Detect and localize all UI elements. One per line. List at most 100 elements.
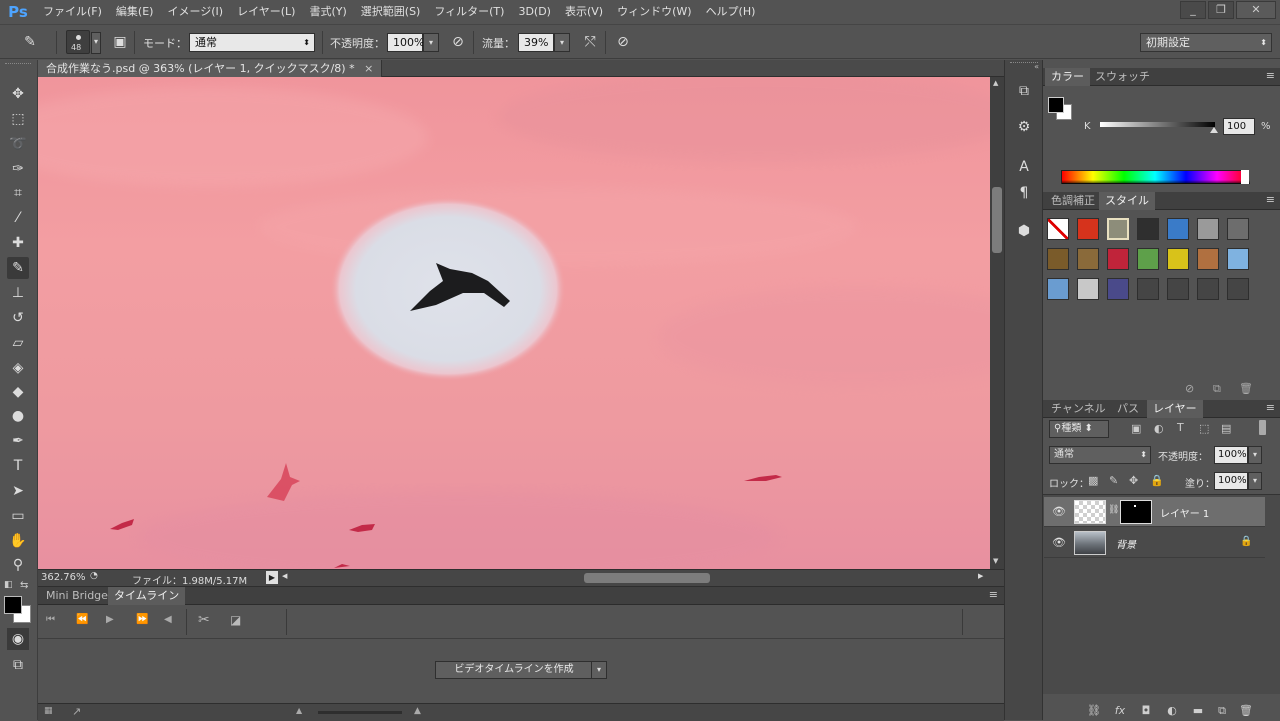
document-tab[interactable]: 合成作業なう.psd @ 363% (レイヤー 1, クイックマスク/8) * … <box>38 60 383 77</box>
scroll-up-icon[interactable]: ▲ <box>993 79 998 87</box>
delete-layer-icon[interactable]: 🗑 <box>1239 704 1253 718</box>
close-button[interactable]: ✕ <box>1236 1 1276 19</box>
style-swatch[interactable] <box>1167 248 1189 270</box>
style-swatch[interactable] <box>1227 248 1249 270</box>
menu-view[interactable]: 表示(V) <box>558 0 610 24</box>
brush-size-picker[interactable]: 48 <box>66 30 90 54</box>
style-swatch[interactable] <box>1197 248 1219 270</box>
swap-colors-icon[interactable]: ⇆ <box>20 580 28 591</box>
menu-3d[interactable]: 3D(D) <box>511 0 558 24</box>
quick-mask-icon[interactable]: ◉ <box>7 628 29 650</box>
3d-panel-icon[interactable]: ⬢ <box>1013 220 1035 242</box>
next-frame-icon[interactable]: ⏩ <box>136 614 148 625</box>
workspace-select[interactable]: 初期設定 ⬍ <box>1140 33 1272 52</box>
close-tab-icon[interactable]: × <box>364 62 373 75</box>
vertical-scroll-thumb[interactable] <box>992 187 1002 253</box>
type-tool-icon[interactable]: T <box>7 455 29 477</box>
chain-link-icon[interactable]: ⛓ <box>1108 505 1119 515</box>
tab-mini-bridge[interactable]: Mini Bridge <box>40 587 114 605</box>
style-swatch[interactable] <box>1137 278 1159 300</box>
new-layer-icon[interactable]: ⧉ <box>1215 704 1229 718</box>
menu-select[interactable]: 選択範囲(S) <box>354 0 428 24</box>
transition-icon[interactable]: ◪ <box>230 613 241 627</box>
menu-help[interactable]: ヘルプ(H) <box>699 0 763 24</box>
new-group-icon[interactable]: ▬ <box>1191 704 1205 718</box>
split-scissors-icon[interactable]: ✂ <box>198 612 210 628</box>
zoom-tool-icon[interactable]: ⚲ <box>7 554 29 576</box>
filter-type-icon[interactable]: T <box>1177 421 1184 434</box>
style-swatch[interactable] <box>1197 278 1219 300</box>
frame-mode-icon[interactable]: ▦ <box>44 706 53 716</box>
add-mask-icon[interactable]: ◘ <box>1139 704 1153 718</box>
audio-icon[interactable]: ◀ <box>164 614 172 625</box>
play-icon[interactable]: ▶ <box>106 614 114 625</box>
lock-position-icon[interactable]: ✥ <box>1129 474 1138 487</box>
filter-smart-object-icon[interactable]: ▤ <box>1221 422 1231 435</box>
quick-select-tool-icon[interactable]: ✑ <box>7 158 29 180</box>
history-panel-icon[interactable]: ⧉ <box>1013 80 1035 102</box>
blur-tool-icon[interactable]: ◆ <box>7 381 29 403</box>
layer-opacity-input[interactable]: 100% <box>1214 446 1248 464</box>
lock-transparent-icon[interactable]: ▩ <box>1088 474 1098 487</box>
tab-styles[interactable]: スタイル <box>1099 192 1155 210</box>
style-swatch[interactable] <box>1107 278 1129 300</box>
new-style-icon[interactable]: ⧉ <box>1213 382 1221 396</box>
dodge-tool-icon[interactable]: ● <box>7 405 29 427</box>
brush-preset-icon[interactable]: ✎ <box>20 32 40 52</box>
fill-input[interactable]: 100% <box>1214 472 1248 490</box>
paragraph-panel-icon[interactable]: ¶ <box>1013 182 1035 204</box>
character-panel-icon[interactable]: A <box>1013 156 1035 178</box>
create-video-timeline-button[interactable]: ビデオタイムラインを作成 <box>435 661 593 679</box>
menu-filter[interactable]: フィルター(T) <box>427 0 511 24</box>
hand-tool-icon[interactable]: ✋ <box>7 530 29 552</box>
link-layers-icon[interactable]: ⛓ <box>1087 704 1101 718</box>
filter-adjustment-icon[interactable]: ◐ <box>1154 422 1164 435</box>
filter-toggle[interactable] <box>1259 420 1266 435</box>
clear-style-icon[interactable]: ⊘ <box>1185 382 1194 395</box>
style-swatch[interactable] <box>1167 218 1189 240</box>
foreground-color-swatch[interactable] <box>4 596 22 614</box>
prev-frame-icon[interactable]: ⏪ <box>76 614 88 625</box>
document-canvas[interactable] <box>38 77 990 569</box>
visibility-eye-icon[interactable]: 👁 <box>1052 536 1066 550</box>
status-menu-arrow-icon[interactable]: ▶ <box>266 571 278 584</box>
mode-select[interactable]: 通常 ⬍ <box>189 33 315 52</box>
flow-dropdown-icon[interactable]: ▾ <box>554 33 570 52</box>
paint-bucket-tool-icon[interactable]: ◈ <box>7 357 29 379</box>
clone-stamp-tool-icon[interactable]: ⊥ <box>7 282 29 304</box>
tab-timeline[interactable]: タイムライン <box>108 587 186 605</box>
layer-mask-thumbnail[interactable] <box>1120 500 1152 524</box>
style-swatch[interactable] <box>1077 248 1099 270</box>
background-layer-thumbnail[interactable] <box>1074 531 1106 555</box>
tab-swatches[interactable]: スウォッチ <box>1089 68 1156 86</box>
tab-adjustments[interactable]: 色調補正 <box>1045 192 1101 210</box>
default-colors-icon[interactable]: ◧ <box>4 580 13 590</box>
horizontal-scroll-thumb[interactable] <box>584 573 710 583</box>
delete-style-icon[interactable]: 🗑 <box>1239 382 1253 395</box>
airbrush-icon[interactable]: ⤲ <box>580 32 600 52</box>
history-brush-tool-icon[interactable]: ↺ <box>7 307 29 329</box>
scroll-right-icon[interactable]: ▶ <box>978 572 983 580</box>
style-swatch[interactable] <box>1047 278 1069 300</box>
flow-input[interactable]: 39% <box>518 33 554 52</box>
timeline-mode-dropdown-icon[interactable]: ▾ <box>591 661 607 679</box>
lock-all-icon[interactable]: 🔒 <box>1150 474 1164 487</box>
menu-type[interactable]: 書式(Y) <box>302 0 353 24</box>
menu-window[interactable]: ウィンドウ(W) <box>610 0 698 24</box>
layer-name[interactable]: 背景 <box>1116 536 1136 551</box>
filter-pixel-icon[interactable]: ▣ <box>1131 422 1141 435</box>
k-slider[interactable] <box>1100 122 1215 127</box>
style-swatch[interactable] <box>1077 218 1099 240</box>
zoom-out-icon[interactable]: ▲ <box>296 706 302 715</box>
scroll-down-icon[interactable]: ▼ <box>993 557 998 565</box>
fill-dropdown-icon[interactable]: ▾ <box>1248 472 1262 490</box>
lasso-tool-icon[interactable]: ➰ <box>7 133 29 155</box>
style-swatch[interactable] <box>1047 218 1069 240</box>
k-value-input[interactable]: 100 <box>1223 118 1255 135</box>
style-swatch[interactable] <box>1077 278 1099 300</box>
collapse-dock-icon[interactable]: « <box>1034 62 1039 71</box>
lock-pixels-icon[interactable]: ✎ <box>1109 474 1118 487</box>
style-swatch[interactable] <box>1047 248 1069 270</box>
layer-thumbnail[interactable] <box>1074 500 1106 524</box>
properties-panel-icon[interactable]: ⚙ <box>1013 116 1035 138</box>
